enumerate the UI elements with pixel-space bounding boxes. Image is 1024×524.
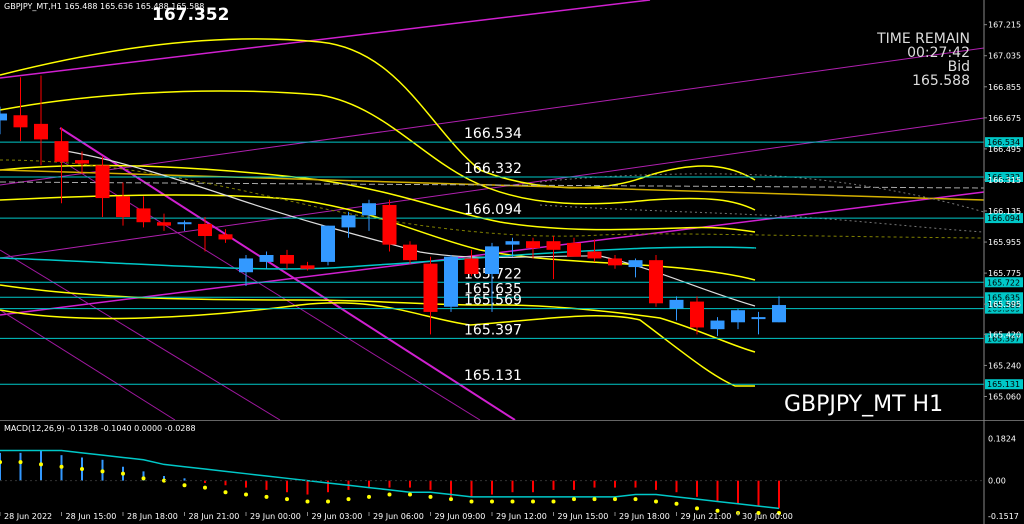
time-tick-label: 29 Jun 06:00	[373, 512, 424, 521]
macd-dot	[490, 499, 494, 504]
time-tick-label: 29 Jun 09:00	[435, 512, 486, 521]
time-tick-label: 30 Jun 00:00	[742, 512, 793, 521]
macd-dot	[633, 497, 638, 502]
time-tick-label: 29 Jun 03:00	[312, 512, 363, 521]
macd-dot	[551, 499, 556, 504]
time-tick-label: 29 Jun 21:00	[681, 512, 732, 521]
price-tick-label: 165.240	[988, 361, 1021, 370]
macd-dot	[695, 506, 699, 511]
macd-dot	[613, 497, 617, 502]
candle[interactable]	[321, 225, 335, 266]
candle[interactable]	[649, 254, 663, 307]
macd-dot	[80, 467, 84, 472]
macd-dot	[674, 501, 679, 506]
time-remain-value: 00:27:42	[907, 45, 970, 61]
macd-dot	[59, 464, 64, 469]
macd-dot	[264, 494, 269, 499]
macd-dot	[469, 499, 474, 504]
time-tick-label: 28 Jun 18:00	[127, 512, 178, 521]
level-label: 165.569	[464, 293, 522, 309]
level-label: 166.094	[464, 202, 522, 218]
level-price-tag: 165.131	[985, 379, 1023, 390]
bid-value: 165.588	[912, 73, 970, 89]
price-tick-label: 166.315	[988, 176, 1021, 185]
macd-dot	[244, 492, 248, 497]
time-tick-label: 28 Jun 21:00	[189, 512, 240, 521]
time-remaining-panel: TIME REMAIN 00:27:42 Bid 165.588	[877, 32, 970, 88]
price-tick-label: 167.215	[988, 21, 1021, 30]
macd-dot	[428, 494, 433, 499]
price-tick-label: 165.775	[988, 269, 1021, 278]
current-price-large: 167.352	[152, 5, 230, 25]
macd-tick-label: -0.1517	[988, 512, 1019, 521]
level-label: 166.332	[464, 161, 522, 177]
macd-dot	[449, 497, 453, 502]
macd-dot	[141, 476, 146, 481]
macd-dot	[121, 471, 125, 476]
macd-dot	[367, 494, 371, 499]
svg-text:165.722: 165.722	[987, 278, 1020, 287]
macd-dot	[408, 492, 412, 497]
svg-text:165.131: 165.131	[987, 380, 1020, 389]
macd-tick-label: 0.1824	[988, 434, 1016, 443]
macd-dot	[39, 462, 43, 467]
macd-dot	[387, 492, 392, 497]
candle[interactable]	[382, 199, 397, 252]
macd-title: MACD(12,26,9) -0.1328 -0.1040 0.0000 -0.…	[4, 424, 196, 433]
macd-dot	[592, 497, 597, 502]
macd-dot	[223, 490, 228, 495]
macd-dot	[510, 499, 515, 504]
price-tick-label: 165.955	[988, 238, 1021, 247]
time-tick-label: 28 Jun 2022	[4, 512, 52, 521]
macd-tick-label: 0.00	[988, 477, 1006, 486]
time-tick-label: 29 Jun 15:00	[558, 512, 609, 521]
price-tick-label: 165.595	[988, 300, 1021, 309]
price-tick-label: 167.035	[988, 52, 1021, 61]
price-tick-label: 166.855	[988, 83, 1021, 92]
macd-dot	[305, 499, 310, 504]
time-tick-label: 29 Jun 18:00	[619, 512, 670, 521]
price-chart[interactable]: 166.534166.534166.332166.332166.094166.0…	[0, 0, 1024, 420]
bid-label: Bid	[947, 59, 970, 75]
time-tick-label: 29 Jun 00:00	[250, 512, 301, 521]
level-label: 165.397	[464, 322, 522, 338]
macd-dot	[654, 499, 658, 504]
macd-dot	[346, 497, 351, 502]
macd-dot	[531, 499, 535, 504]
time-tick-label: 29 Jun 12:00	[496, 512, 547, 521]
time-tick-label: 28 Jun 15:00	[66, 512, 117, 521]
level-label: 166.534	[464, 126, 522, 142]
macd-dot	[203, 485, 207, 490]
price-tick-label: 166.495	[988, 145, 1021, 154]
price-tick-label: 166.135	[988, 207, 1021, 216]
macd-dot	[100, 469, 105, 474]
symbol-watermark: GBPJPY_MT H1	[784, 392, 944, 417]
macd-dot	[326, 499, 330, 504]
macd-dot	[572, 497, 576, 502]
candle[interactable]	[444, 254, 458, 312]
level-price-tag: 165.722	[985, 277, 1023, 288]
time-remain-label: TIME REMAIN	[877, 31, 970, 47]
macd-panel[interactable]: MACD(12,26,9) -0.1328 -0.1040 0.0000 -0.…	[0, 420, 1024, 524]
macd-dot	[285, 497, 289, 502]
macd-dot	[182, 483, 187, 488]
price-tick-label: 165.060	[988, 392, 1021, 401]
price-tick-label: 166.675	[988, 114, 1021, 123]
macd-dot	[18, 460, 23, 465]
level-label: 165.131	[464, 368, 522, 384]
price-tick-label: 165.420	[988, 330, 1021, 339]
